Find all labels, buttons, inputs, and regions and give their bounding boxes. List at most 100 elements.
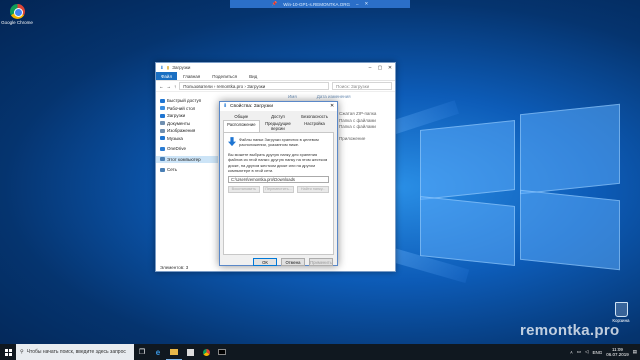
dialog-title: Свойства: Загрузки	[230, 104, 274, 109]
search-input[interactable]: Поиск: Загрузки	[332, 82, 392, 90]
desktop-icon-recycle-bin[interactable]: Корзина	[604, 302, 638, 324]
music-icon	[160, 136, 165, 141]
tab-sharing[interactable]: Доступ	[260, 113, 297, 120]
taskbar-explorer[interactable]	[166, 344, 182, 360]
dialog-tabs: Общие Доступ Безопасность Расположение П…	[220, 111, 337, 133]
edge-icon: e	[155, 347, 161, 357]
language-indicator[interactable]: ENG	[592, 350, 602, 355]
download-icon: ⬇	[223, 104, 228, 109]
nav-item-music[interactable]: Музыка	[156, 135, 218, 143]
maximize-button[interactable]: ▢	[375, 65, 385, 71]
back-icon[interactable]: ←	[159, 84, 164, 89]
navigation-pane: Быстрый доступ Рабочий стол Загрузки Док…	[156, 93, 218, 261]
location-panel: Файлы папки Загрузки хранятся в целевом …	[223, 132, 334, 256]
remote-desktop-bar[interactable]: 📌 Win-10-GP1-s.REMONTKA.ORG – ✕	[230, 0, 410, 8]
body-text: Вы можете выбрать другую папку для хране…	[228, 151, 328, 174]
terminal-icon	[218, 349, 226, 355]
taskbar-store[interactable]	[182, 344, 198, 360]
download-icon	[160, 113, 165, 118]
path-field[interactable]: Пользователи › remontka.pro › Загрузки	[179, 82, 329, 90]
taskbar-chrome[interactable]	[198, 344, 214, 360]
nav-item-downloads[interactable]: Загрузки	[156, 112, 218, 120]
notification-icon[interactable]: ▤	[633, 349, 637, 355]
tab-file[interactable]: Файл	[156, 72, 178, 80]
chevron-up-icon[interactable]: ˄	[570, 350, 573, 355]
folder-icon: ▮	[166, 64, 170, 70]
system-tray: ˄ ▭ ◁ ENG 11:09 06.07.2019 ▤	[570, 347, 640, 358]
close-icon[interactable]: ✕	[365, 1, 369, 7]
search-icon: ⚲	[20, 349, 24, 355]
tab-location[interactable]: Расположение	[223, 120, 260, 133]
taskbar-search-placeholder: Чтобы начать поиск, введите здесь запрос	[26, 349, 126, 355]
column-name[interactable]: Имя	[288, 94, 297, 99]
nav-item-onedrive[interactable]: OneDrive	[156, 145, 218, 153]
minimize-button[interactable]: –	[365, 65, 375, 71]
folder-icon	[160, 106, 165, 111]
nav-item-this-pc[interactable]: Этот компьютер	[156, 155, 218, 163]
recycle-bin-icon	[614, 302, 628, 317]
windows-logo-wallpaper	[420, 95, 620, 271]
file-type-column: Сжатая ZIP-папка Папка с файлами Папка с…	[339, 111, 389, 142]
store-icon	[186, 348, 194, 356]
nav-item-documents[interactable]: Документы	[156, 120, 218, 128]
nav-item-quick-access[interactable]: Быстрый доступ	[156, 97, 218, 105]
rdp-title: Win-10-GP1-s.REMONTKA.ORG	[283, 1, 351, 7]
tab-view[interactable]: Вид	[243, 72, 263, 80]
taskbar-edge[interactable]: e	[150, 344, 166, 360]
forward-icon[interactable]: →	[167, 84, 172, 89]
folder-icon	[160, 128, 165, 133]
volume-icon[interactable]: ◁	[585, 349, 588, 355]
nav-item-desktop[interactable]: Рабочий стол	[156, 105, 218, 113]
column-headers: Имя Дата изменения	[218, 93, 395, 100]
tab-security[interactable]: Безопасность	[296, 113, 333, 120]
taskbar: ⚲ Чтобы начать поиск, введите здесь запр…	[0, 344, 640, 360]
cancel-button[interactable]: Отмена	[281, 258, 305, 267]
star-icon	[160, 98, 165, 103]
move-button[interactable]: Переместить...	[262, 186, 295, 194]
computer-icon	[160, 157, 165, 162]
chrome-icon	[202, 348, 210, 356]
ok-button[interactable]: ОК	[253, 258, 277, 267]
task-view-button[interactable]: ❐	[134, 344, 150, 360]
clock[interactable]: 11:09 06.07.2019	[606, 347, 629, 358]
address-bar: ← → ↑ Пользователи › remontka.pro › Загр…	[156, 81, 395, 92]
ribbon: Файл Главная Поделиться Вид	[156, 72, 395, 81]
dialog-titlebar[interactable]: ⬇ Свойства: Загрузки ✕	[220, 102, 337, 111]
task-view-icon: ❐	[138, 349, 146, 356]
dialog-buttons: ОК Отмена Применить	[220, 255, 337, 267]
find-target-button[interactable]: Найти папку...	[297, 186, 330, 194]
tab-share[interactable]: Поделиться	[206, 72, 243, 80]
properties-dialog[interactable]: ⬇ Свойства: Загрузки ✕ Общие Доступ Безо…	[219, 101, 338, 267]
up-icon[interactable]: ↑	[174, 84, 176, 89]
windows-icon	[4, 348, 12, 356]
network-icon[interactable]: ▭	[577, 349, 581, 355]
column-date[interactable]: Дата изменения	[317, 94, 351, 99]
desktop-icon-chrome[interactable]: Google Chrome	[0, 4, 34, 26]
folder-icon	[170, 348, 178, 355]
tab-home[interactable]: Главная	[177, 72, 206, 80]
apply-button[interactable]: Применить	[309, 258, 333, 267]
file-type: Папка с файлами	[339, 124, 376, 130]
network-icon	[160, 167, 165, 172]
cloud-icon	[160, 146, 165, 151]
nav-item-pictures[interactable]: Изображения	[156, 127, 218, 135]
restore-default-button[interactable]: Восстановить	[228, 186, 260, 194]
desktop-icon-label: Google Chrome	[1, 20, 33, 25]
close-button[interactable]: ✕	[327, 104, 337, 109]
taskbar-search[interactable]: ⚲ Чтобы начать поиск, введите здесь запр…	[16, 344, 134, 360]
pin-icon[interactable]: 📌	[272, 1, 278, 7]
taskbar-cmd[interactable]	[214, 344, 230, 360]
chrome-icon	[9, 4, 25, 19]
window-title: Загрузки	[172, 65, 191, 70]
tab-general[interactable]: Общие	[223, 113, 260, 120]
explorer-titlebar[interactable]: ⬇ ▮ Загрузки – ▢ ✕	[156, 63, 395, 72]
file-type: Приложение	[339, 135, 366, 141]
minimize-icon[interactable]: –	[356, 2, 359, 7]
tab-previous-versions[interactable]: Предыдущие версии	[260, 120, 297, 132]
tab-customize[interactable]: Настройка	[296, 120, 333, 132]
nav-item-network[interactable]: Сеть	[156, 166, 218, 174]
location-path-input[interactable]: C:\Users\remontka.pro\Downloads	[228, 176, 329, 184]
start-button[interactable]	[0, 344, 16, 360]
date: 06.07.2019	[606, 352, 629, 357]
close-button[interactable]: ✕	[385, 65, 395, 71]
